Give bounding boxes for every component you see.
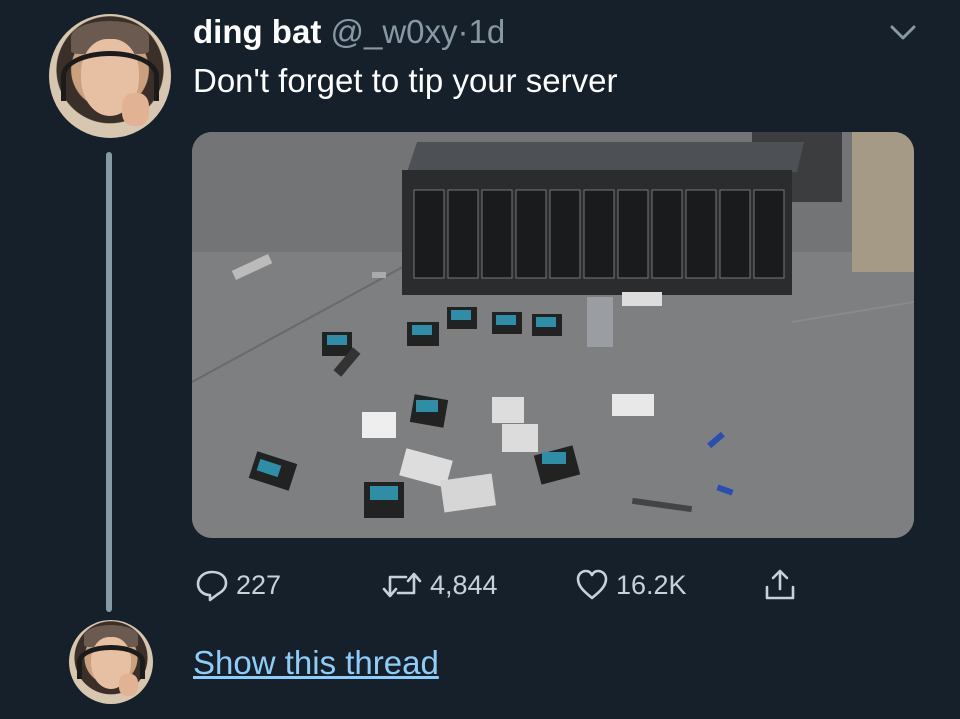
retweet-icon (382, 572, 422, 598)
share-icon (765, 569, 795, 600)
retweet-button[interactable]: 4,844 (380, 562, 498, 608)
avatar-hand (122, 93, 150, 126)
reply-button[interactable]: 227 (194, 562, 281, 608)
author-handle[interactable]: @_w0xy (330, 13, 457, 50)
thread-connector-line (106, 152, 112, 612)
header-separator: · (457, 13, 469, 50)
share-button[interactable] (762, 562, 798, 608)
reply-icon (196, 570, 228, 602)
avatar-headset (77, 645, 145, 679)
tweet-actions-bar: 227 4,844 16.2K (0, 562, 960, 608)
avatar-hand (119, 673, 138, 696)
tweet-text: Don't forget to tip your server (193, 62, 618, 99)
author-name[interactable]: ding bat (193, 13, 321, 50)
avatar-headset (61, 51, 159, 101)
like-button[interactable]: 16.2K (574, 562, 687, 608)
tweet-media-photo[interactable] (192, 132, 914, 538)
chevron-down-icon[interactable] (886, 18, 920, 48)
like-count: 16.2K (616, 569, 687, 600)
author-avatar[interactable] (49, 14, 171, 138)
photo-smashed-server-icon (192, 132, 914, 538)
retweet-count: 4,844 (430, 569, 498, 600)
thread-author-avatar[interactable] (69, 620, 153, 704)
show-thread-link[interactable]: Show this thread (193, 642, 439, 684)
tweet-timestamp[interactable]: 1d (469, 13, 506, 50)
tweet-header: ding bat @_w0xy·1d (193, 12, 505, 52)
heart-icon (576, 569, 608, 600)
reply-count: 227 (236, 569, 282, 600)
